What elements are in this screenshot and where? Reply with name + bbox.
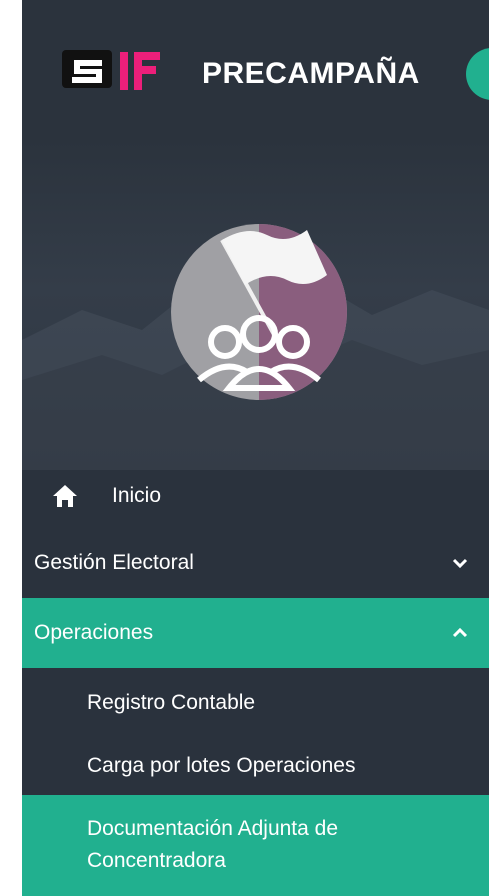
profile-banner — [22, 140, 489, 470]
submenu-item-documentacion-adjunta[interactable]: Documentación Adjunta de Concentradora — [22, 795, 489, 896]
menu-item-inicio[interactable]: Inicio — [22, 468, 489, 523]
menu-item-gestion-electoral[interactable]: Gestión Electoral — [22, 533, 489, 593]
sidebar: PRECAMPAÑA Inicio Gestión Electoral Oper… — [0, 0, 489, 896]
app-brand-title: PRECAMPAÑA — [202, 57, 420, 90]
submenu-item-label-line1: Documentación Adjunta de — [87, 817, 339, 840]
chevron-down-icon — [452, 558, 468, 569]
sidebar-header: PRECAMPAÑA — [22, 0, 489, 140]
submenu-item-label: Registro Contable — [87, 691, 256, 714]
chevron-up-icon — [452, 627, 468, 638]
submenu-item-registro-contable[interactable]: Registro Contable — [22, 673, 489, 733]
submenu-item-carga-por-lotes[interactable]: Carga por lotes Operaciones — [22, 736, 489, 796]
sidebar-panel: PRECAMPAÑA Inicio Gestión Electoral Oper… — [22, 0, 489, 896]
submenu-item-label: Carga por lotes Operaciones — [87, 754, 356, 777]
menu-item-operaciones[interactable]: Operaciones — [22, 598, 489, 668]
menu-item-label: Inicio — [112, 483, 162, 507]
menu-item-label: Operaciones — [34, 621, 154, 644]
home-icon — [53, 484, 77, 507]
submenu-item-label-line2: Concentradora — [87, 849, 226, 872]
sif-logo — [62, 50, 160, 90]
left-edge-strip — [0, 0, 22, 896]
sidebar-toggle-button[interactable] — [466, 48, 489, 100]
flag-group-icon — [171, 224, 347, 400]
menu-item-label: Gestión Electoral — [34, 551, 194, 574]
